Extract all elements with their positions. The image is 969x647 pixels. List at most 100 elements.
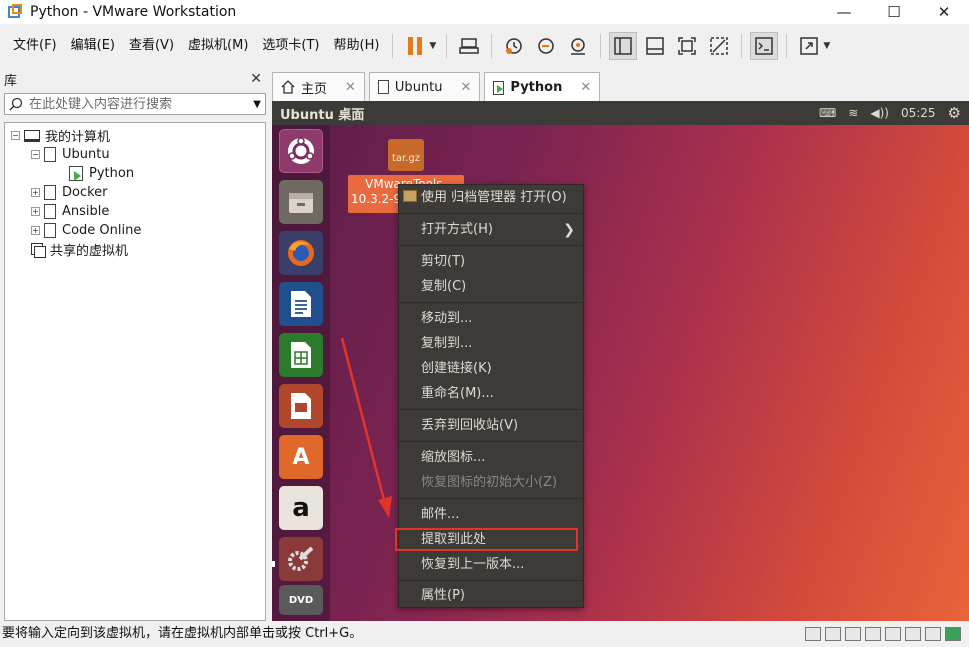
revert-snapshot-icon[interactable] [532, 32, 560, 60]
search-dropdown-icon[interactable]: ▼ [253, 99, 261, 110]
tab-close-icon[interactable]: ✕ [461, 80, 472, 95]
vm-icon [44, 147, 56, 162]
hard-disk-icon[interactable] [805, 627, 821, 641]
library-search-box[interactable]: ▼ [4, 93, 266, 115]
settings-icon[interactable] [279, 537, 323, 581]
computer-icon [24, 129, 40, 142]
wifi-icon[interactable]: ≋ [848, 106, 858, 120]
network-icon[interactable] [845, 627, 861, 641]
menu-item-restore-previous-version[interactable]: 恢复到上一版本... [399, 553, 583, 577]
menu-item-cut[interactable]: 剪切(T) [399, 250, 583, 274]
menu-item-copy[interactable]: 复制(C) [399, 275, 583, 299]
vm-icon [44, 204, 56, 219]
menu-item-resize-icon[interactable]: 缩放图标... [399, 446, 583, 470]
unity-icon[interactable] [705, 32, 733, 60]
tree-item-docker[interactable]: + Docker [5, 183, 265, 202]
maximize-button[interactable]: ☐ [869, 0, 919, 24]
message-icon[interactable] [945, 627, 961, 641]
menu-item-open-with-archive[interactable]: 使用 归档管理器 打开(O) [399, 186, 583, 210]
context-menu: 使用 归档管理器 打开(O) 打开方式(H) ❯ 剪切(T) 复制(C) 移动到… [395, 184, 584, 608]
clock[interactable]: 05:25 [901, 106, 936, 120]
tree-item-ansible[interactable]: + Ansible [5, 202, 265, 221]
running-vm-icon [493, 80, 505, 95]
menu-item-move-to[interactable]: 移动到... [399, 307, 583, 331]
menu-view[interactable]: 查看(V) [122, 28, 181, 64]
fullscreen-dropdown-icon[interactable]: ▼ [823, 41, 830, 51]
tab-home[interactable]: 主页 ✕ [272, 72, 365, 101]
calc-icon[interactable] [279, 333, 323, 377]
menu-file[interactable]: 文件(F) [6, 28, 64, 64]
tab-close-icon[interactable]: ✕ [580, 80, 591, 95]
library-close-button[interactable]: ✕ [250, 71, 262, 87]
tree-item-label: Ubuntu [62, 147, 110, 162]
menu-item-rename[interactable]: 重命名(M)... [399, 382, 583, 406]
menu-separator [399, 213, 583, 214]
close-button[interactable]: ✕ [919, 0, 969, 24]
menu-item-open-with[interactable]: 打开方式(H) ❯ [399, 218, 583, 242]
files-icon[interactable] [279, 180, 323, 224]
tab-label: Python [510, 80, 563, 95]
library-search-input[interactable] [29, 96, 254, 112]
usb-icon[interactable] [865, 627, 881, 641]
menu-edit[interactable]: 编辑(E) [64, 28, 122, 64]
snapshot-icon[interactable] [500, 32, 528, 60]
archive-manager-icon [403, 190, 417, 202]
gear-icon[interactable]: ⚙ [948, 104, 961, 122]
toolbar-separator [392, 34, 394, 58]
tree-item-python[interactable]: Python [5, 164, 265, 183]
collapse-icon[interactable]: − [31, 150, 40, 159]
tree-item-code-online[interactable]: + Code Online [5, 221, 265, 240]
tree-item-shared-vms[interactable]: 共享的虚拟机 [5, 240, 265, 259]
title-bar: Python - VMware Workstation — ☐ ✕ [0, 0, 969, 24]
menu-item-copy-to[interactable]: 复制到... [399, 332, 583, 356]
menu-vm[interactable]: 虚拟机(M) [181, 28, 255, 64]
printer-icon[interactable] [905, 627, 921, 641]
expand-icon[interactable]: + [31, 207, 40, 216]
menu-help[interactable]: 帮助(H) [327, 28, 387, 64]
tab-ubuntu[interactable]: Ubuntu ✕ [368, 72, 481, 101]
menu-separator [399, 441, 583, 442]
library-panel: 库 ✕ ▼ − 我的计算机 − Ubuntu Python + Docker + [0, 68, 270, 623]
amazon-icon[interactable]: a [279, 486, 323, 530]
tree-item-label: Ansible [62, 204, 110, 219]
pause-dropdown-icon[interactable]: ▼ [429, 41, 436, 51]
cd-dvd-icon[interactable] [825, 627, 841, 641]
volume-icon[interactable]: ◀)) [870, 106, 889, 120]
library-view-icon[interactable] [609, 32, 638, 60]
vm-icon [44, 185, 56, 200]
menu-item-properties[interactable]: 属性(P) [399, 584, 583, 608]
software-center-icon[interactable]: A [279, 435, 323, 479]
vm-icon [44, 223, 56, 238]
menu-tabs[interactable]: 选项卡(T) [255, 28, 326, 64]
menu-item-make-link[interactable]: 创建链接(K) [399, 357, 583, 381]
collapse-icon[interactable]: − [11, 131, 20, 140]
tab-close-icon[interactable]: ✕ [345, 80, 356, 95]
dvd-icon[interactable]: DVD [279, 585, 323, 615]
menu-item-label: 使用 归档管理器 打开(O) [421, 190, 567, 205]
send-keys-icon[interactable] [455, 32, 483, 60]
tree-item-my-computer[interactable]: − 我的计算机 [5, 126, 265, 145]
menu-item-restore-icon-size: 恢复图标的初始大小(Z) [421, 475, 558, 490]
menu-item-email[interactable]: 邮件... [399, 503, 583, 527]
display-icon[interactable] [925, 627, 941, 641]
fullscreen-icon[interactable] [795, 32, 823, 60]
firefox-icon[interactable] [279, 231, 323, 275]
toolbar-separator [786, 34, 788, 58]
thumbnail-bar-icon[interactable] [641, 32, 669, 60]
tree-item-ubuntu[interactable]: − Ubuntu [5, 145, 265, 164]
menu-item-move-to-trash[interactable]: 丢弃到回收站(V) [399, 414, 583, 438]
minimize-button[interactable]: — [819, 0, 869, 24]
console-icon[interactable] [750, 32, 779, 60]
expand-icon[interactable]: + [31, 226, 40, 235]
pause-icon[interactable] [401, 32, 429, 60]
keyboard-icon[interactable]: ⌨ [819, 106, 836, 120]
impress-icon[interactable] [279, 384, 323, 428]
sound-icon[interactable] [885, 627, 901, 641]
ubuntu-dash-icon[interactable] [279, 129, 323, 173]
expand-icon[interactable]: + [31, 188, 40, 197]
tab-python[interactable]: Python ✕ [484, 72, 601, 102]
snapshot-manager-icon[interactable] [564, 32, 592, 60]
menu-bar: 文件(F) 编辑(E) 查看(V) 虚拟机(M) 选项卡(T) 帮助(H) ▼ … [0, 28, 969, 64]
fit-guest-icon[interactable] [673, 32, 701, 60]
writer-icon[interactable] [279, 282, 323, 326]
